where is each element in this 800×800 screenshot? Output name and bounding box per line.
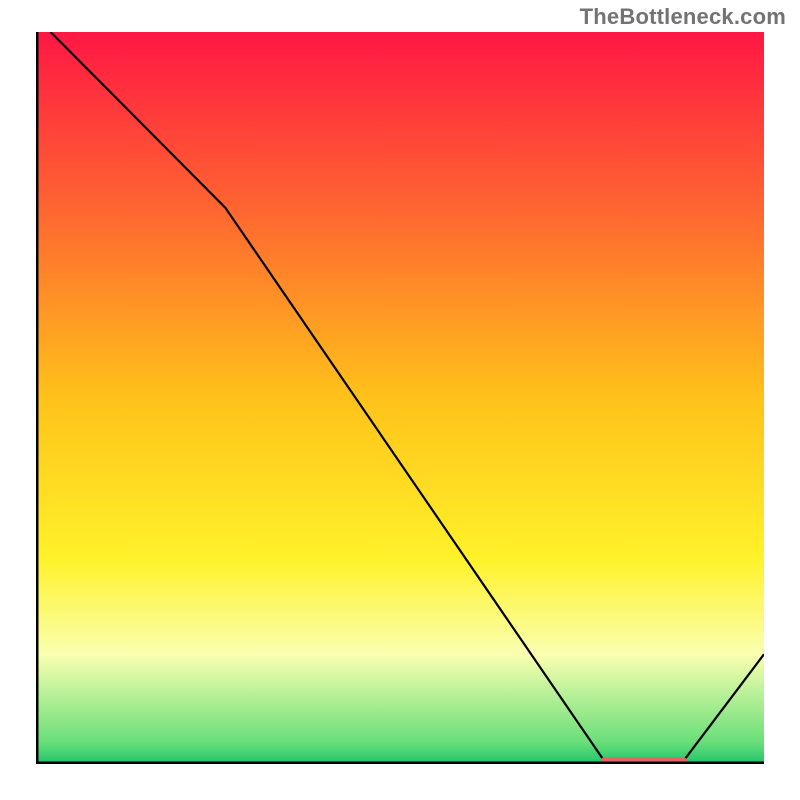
chart-svg (36, 32, 764, 764)
gradient-background (36, 32, 764, 764)
plot-frame (36, 32, 764, 764)
chart-container: TheBottleneck.com (0, 0, 800, 800)
watermark-text: TheBottleneck.com (580, 4, 786, 30)
